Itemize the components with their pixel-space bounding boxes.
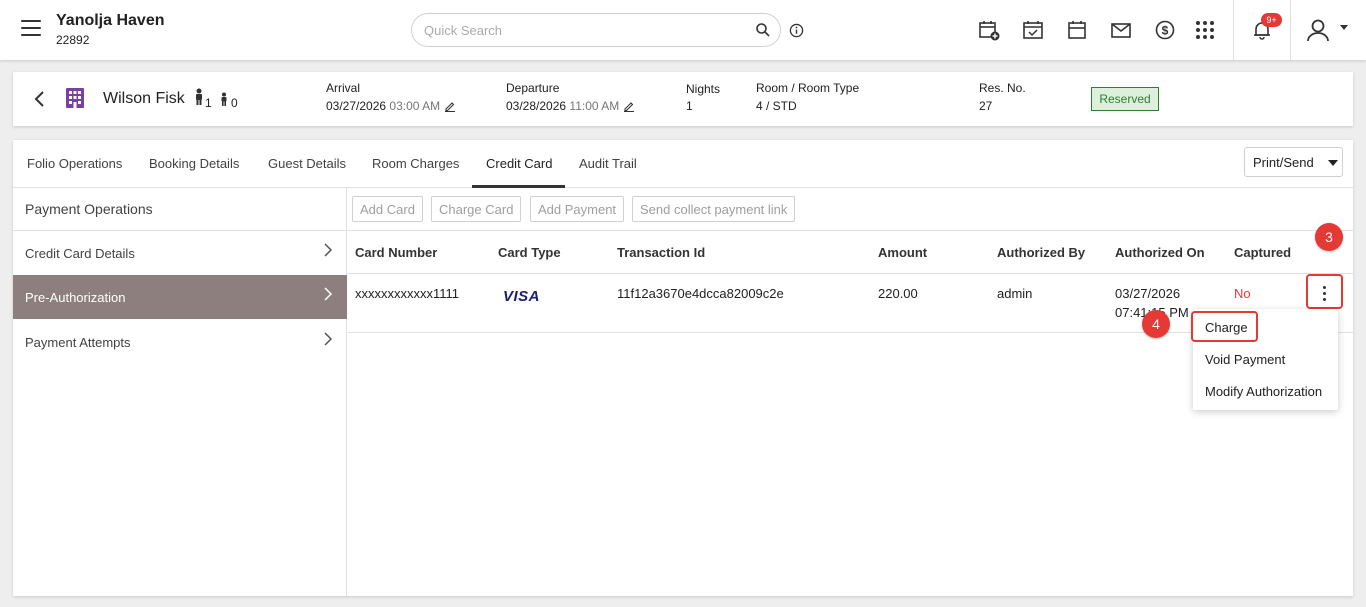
send-payment-link-button[interactable]: Send collect payment link — [632, 196, 796, 222]
adult-count: 1 — [205, 96, 212, 110]
col-card-type: Card Type — [498, 245, 561, 260]
tab-guest-details[interactable]: Guest Details — [268, 156, 346, 171]
info-icon[interactable] — [789, 23, 804, 38]
nights-value: 1 — [686, 99, 693, 113]
res-no-value: 27 — [979, 99, 993, 113]
calendar-check-icon[interactable] — [1021, 18, 1045, 42]
main-panel: Folio Operations Booking Details Guest D… — [13, 140, 1353, 596]
panel-title: Payment Operations — [25, 201, 153, 217]
departure-value: 03/28/2026 11:00 AM — [506, 99, 635, 113]
charge-card-button[interactable]: Charge Card — [431, 196, 522, 222]
nav-label: Payment Attempts — [25, 335, 131, 350]
notification-badge: 9+ — [1261, 13, 1282, 27]
chevron-right-icon — [324, 243, 333, 257]
print-send-label: Print/Send — [1253, 155, 1314, 170]
reservation-header: Wilson Fisk 1 0 Arrival 03/27/2026 03:00… — [13, 72, 1353, 126]
mail-icon[interactable] — [1109, 18, 1133, 42]
menu-void-payment[interactable]: Void Payment — [1205, 352, 1285, 367]
tab-booking-details[interactable]: Booking Details — [149, 156, 239, 171]
tab-credit-card[interactable]: Credit Card — [486, 156, 552, 171]
quick-search-input[interactable] — [411, 13, 781, 47]
divider — [1290, 0, 1291, 60]
nav-payment-attempts[interactable]: Payment Attempts — [13, 320, 347, 364]
payment-operations-header: Payment Operations — [13, 188, 347, 231]
user-icon[interactable] — [1305, 17, 1331, 43]
col-captured: Captured — [1234, 245, 1292, 260]
chevron-down-icon[interactable] — [1340, 25, 1348, 30]
svg-text:$: $ — [1162, 24, 1169, 38]
property-name: Yanolja Haven — [56, 12, 165, 29]
active-tab-indicator — [472, 185, 565, 188]
authorized-by: admin — [997, 286, 1033, 301]
step-marker-4: 4 — [1142, 310, 1170, 338]
tab-bar: Folio Operations Booking Details Guest D… — [13, 140, 1353, 188]
tab-folio-operations[interactable]: Folio Operations — [27, 156, 122, 171]
card-number: xxxxxxxxxxxx1111 — [355, 286, 460, 301]
caret-down-icon — [1328, 160, 1338, 166]
departure-time: 11:00 AM — [569, 99, 620, 113]
departure-date: 03/28/2026 — [506, 99, 567, 113]
chevron-right-icon — [324, 332, 333, 346]
charge-highlight — [1191, 311, 1258, 342]
col-amount: Amount — [878, 245, 928, 260]
nights-label: Nights — [686, 82, 721, 96]
tab-room-charges[interactable]: Room Charges — [372, 156, 459, 171]
menu-modify-authorization[interactable]: Modify Authorization — [1205, 384, 1322, 399]
add-card-button[interactable]: Add Card — [352, 196, 423, 222]
nav-label: Pre-Authorization — [25, 290, 126, 305]
status-badge: Reserved — [1091, 87, 1159, 111]
col-authorized-on: Authorized On — [1115, 245, 1205, 260]
tab-audit-trail[interactable]: Audit Trail — [579, 156, 637, 171]
visa-logo: VISA — [503, 288, 541, 305]
room-label: Room / Room Type — [756, 81, 860, 95]
amount: 220.00 — [878, 286, 918, 301]
search-icon[interactable] — [755, 22, 771, 38]
building-icon — [66, 88, 84, 108]
captured-status: No — [1234, 286, 1251, 301]
nav-credit-card-details[interactable]: Credit Card Details — [13, 231, 347, 275]
edit-icon[interactable] — [444, 100, 456, 112]
room-value: 4 / STD — [756, 99, 797, 113]
nav-pre-authorization[interactable]: Pre-Authorization — [13, 275, 347, 319]
departure-label: Departure — [506, 81, 560, 95]
nav-label: Credit Card Details — [25, 246, 135, 261]
add-payment-button[interactable]: Add Payment — [530, 196, 625, 222]
adult-icon — [196, 88, 202, 105]
edit-icon[interactable] — [623, 100, 635, 112]
arrival-value: 03/27/2026 03:00 AM — [326, 99, 456, 113]
arrival-date: 03/27/2026 — [326, 99, 387, 113]
calendar-icon[interactable] — [1065, 18, 1089, 42]
step-marker-3: 3 — [1315, 223, 1343, 251]
guest-name: Wilson Fisk — [103, 90, 185, 107]
arrival-label: Arrival — [326, 81, 361, 95]
child-icon — [221, 92, 227, 106]
arrival-time: 03:00 AM — [389, 99, 441, 113]
property-id: 22892 — [56, 33, 90, 47]
transaction-id: 11f12a3670e4dcca82009c2e — [617, 286, 784, 301]
col-transaction-id: Transaction Id — [617, 245, 706, 260]
col-authorized-by: Authorized By — [997, 245, 1086, 260]
table-header: Card Number Card Type Transaction Id Amo… — [348, 230, 1353, 274]
top-bar: Yanolja Haven 22892 $ 9+ — [0, 0, 1366, 60]
col-card-number: Card Number — [355, 245, 438, 260]
divider — [1233, 0, 1234, 60]
back-arrow-icon[interactable] — [32, 89, 46, 109]
authorized-on-date: 03/27/2026 — [1115, 286, 1181, 301]
apps-grid-icon[interactable] — [1193, 18, 1217, 42]
row-actions-button[interactable] — [1306, 274, 1343, 309]
dollar-icon[interactable]: $ — [1153, 18, 1177, 42]
res-no-label: Res. No. — [979, 81, 1026, 95]
chevron-right-icon — [324, 287, 333, 301]
menu-icon[interactable] — [21, 20, 41, 38]
child-count: 0 — [231, 96, 238, 110]
payment-operations-panel: Payment Operations Credit Card Details P… — [13, 188, 347, 596]
print-send-button[interactable]: Print/Send — [1244, 147, 1343, 177]
calendar-add-icon[interactable] — [977, 18, 1001, 42]
